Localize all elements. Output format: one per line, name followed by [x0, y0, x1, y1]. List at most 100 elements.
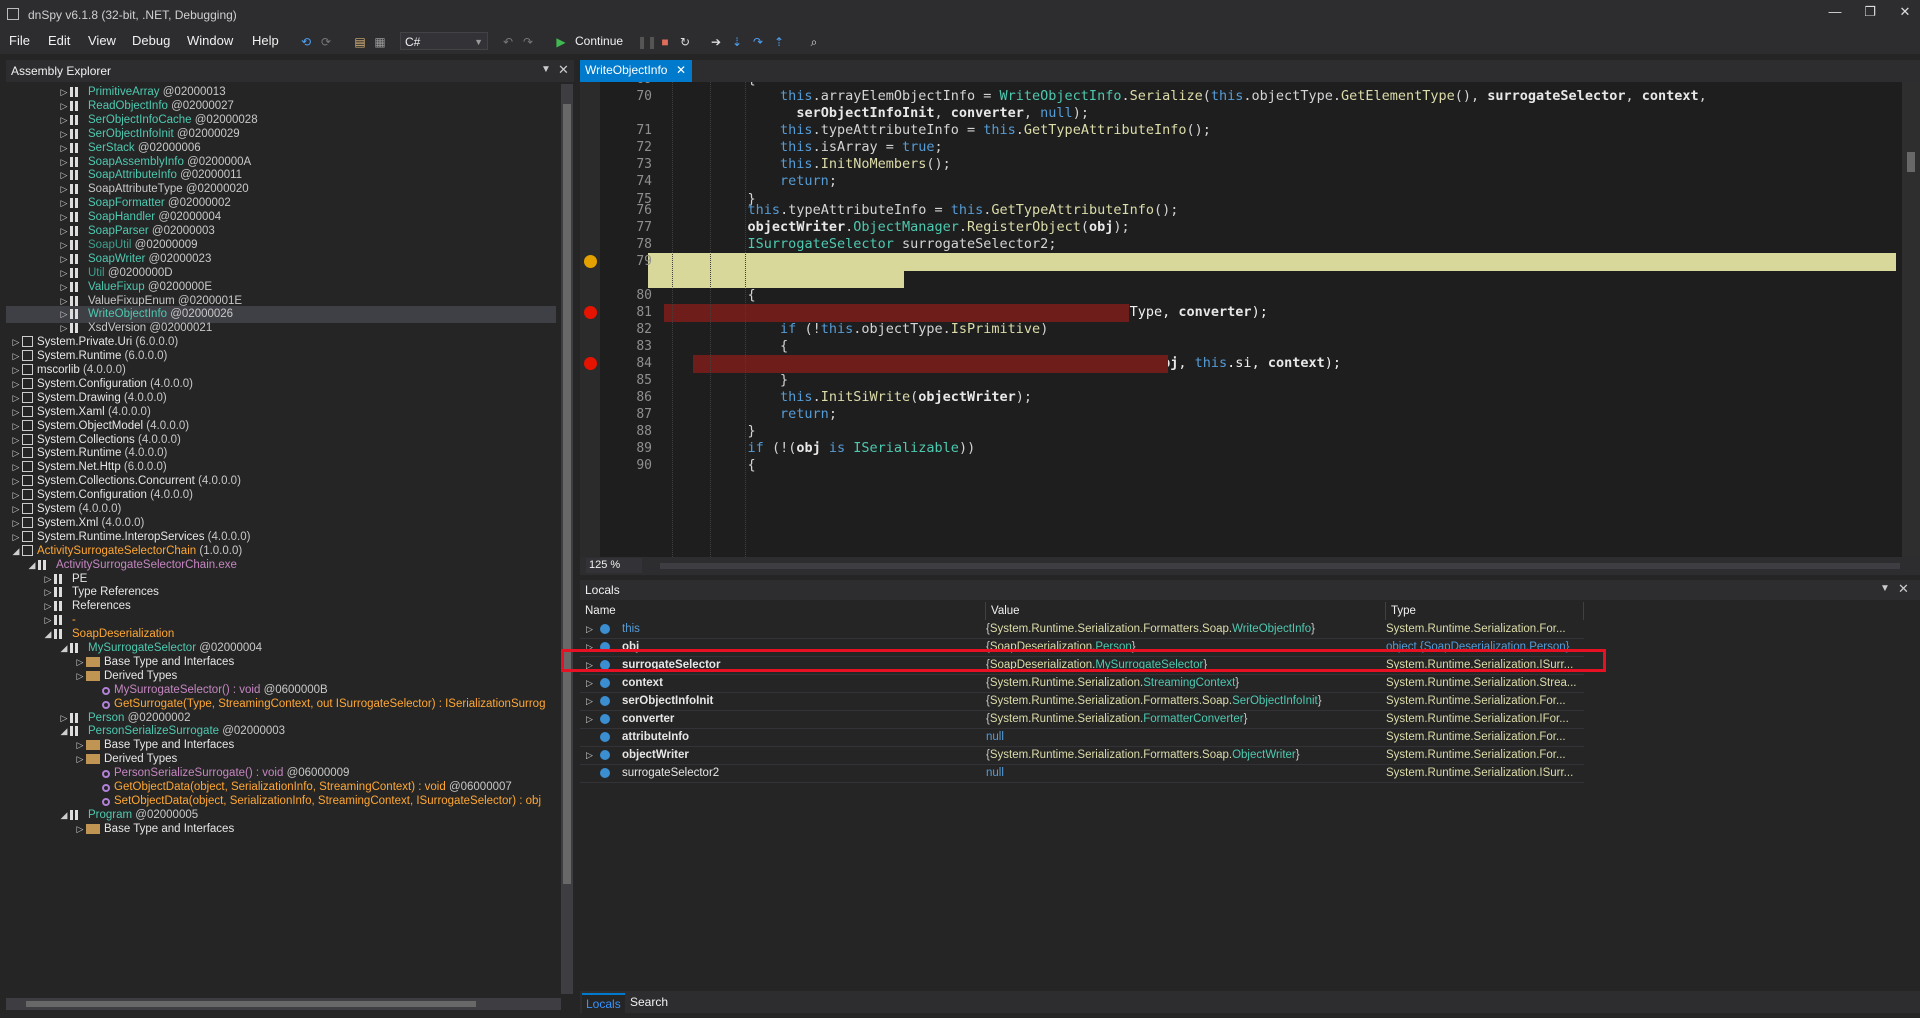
tree-item-label: PersonSerializeSurrogate	[88, 725, 220, 738]
code-line[interactable]: return;	[650, 406, 837, 422]
continue-button[interactable]: Continue	[575, 34, 623, 48]
local-variable-icon	[600, 624, 610, 634]
code-line[interactable]: this.InitNoMembers();	[650, 156, 951, 172]
code-line[interactable]: this.typeAttributeInfo = this.GetTypeAtt…	[650, 202, 1179, 218]
tree-item-label: System.Collections	[37, 433, 135, 446]
editor-scrollbar[interactable]	[1902, 82, 1920, 557]
node-icon	[22, 419, 33, 431]
tab-writeobjectinfo[interactable]: WriteObjectInfo ✕	[580, 60, 692, 82]
line-number: 84	[636, 356, 652, 371]
collapsed-arrow-icon[interactable]: ▷	[74, 821, 86, 838]
stop-icon[interactable]: ■	[657, 34, 673, 50]
code-line[interactable]: }	[650, 372, 788, 388]
vertical-scrollbar[interactable]	[561, 84, 573, 994]
language-select[interactable]: C# ▼	[400, 32, 488, 50]
code-line[interactable]: this.typeAttributeInfo = this.GetTypeAtt…	[650, 122, 1211, 138]
column-type[interactable]: Type	[1386, 602, 1584, 620]
tab-search[interactable]: Search	[626, 993, 672, 1011]
code-line[interactable]: objectWriter.ObjectManager.RegisterObjec…	[650, 219, 1130, 235]
breakpoint-highlight	[693, 355, 1168, 373]
tree-item-token: @0200000E	[144, 280, 212, 293]
current-breakpoint-icon[interactable]	[584, 255, 597, 268]
tree-item[interactable]: ▷ Base Type and Interfaces	[6, 821, 556, 838]
assembly-tree[interactable]: ▷ PrimitiveArray @02000013 ▷ ReadObjectInfo…	[6, 84, 556, 994]
close-icon[interactable]: ✕	[676, 60, 686, 81]
locals-row[interactable]: ▷ this {System.Runtime.Serialization.Forma…	[580, 620, 1584, 639]
close-icon[interactable]: ✕	[558, 62, 569, 78]
menu-window[interactable]: Window	[187, 33, 233, 48]
code-line[interactable]: if (!(obj is ISerializable))	[650, 440, 976, 456]
step-over-icon[interactable]: ↷	[750, 34, 766, 50]
dropdown-icon[interactable]: ▼	[1880, 583, 1890, 594]
code-line[interactable]: {	[650, 338, 788, 354]
code-line[interactable]: {	[650, 82, 756, 87]
expand-arrow-icon[interactable]: ▷	[586, 692, 593, 710]
undo-icon[interactable]: ↶	[500, 34, 516, 50]
line-number: 85	[636, 373, 652, 388]
locals-row[interactable]: ▷ context {System.Runtime.Serialization.St…	[580, 674, 1584, 693]
redo-icon[interactable]: ↷	[520, 34, 536, 50]
zoom-select[interactable]: 125 %	[586, 558, 642, 573]
search-icon[interactable]: ⌕	[806, 34, 822, 50]
menu-edit[interactable]: Edit	[48, 33, 70, 48]
tree-item-label: SoapUtil	[88, 238, 132, 251]
breakpoint-icon[interactable]	[584, 306, 597, 319]
code-line[interactable]: {	[650, 457, 756, 473]
node-icon	[70, 226, 84, 236]
locals-row[interactable]: ▷ serObjectInfoInit {System.Runtime.Serial…	[580, 692, 1584, 711]
step-out-icon[interactable]: ⇡	[771, 34, 787, 50]
save-icon[interactable]: ▦	[372, 34, 388, 50]
expand-arrow-icon[interactable]: ▷	[586, 710, 593, 728]
editor-horizontal-scrollbar[interactable]	[660, 563, 1900, 569]
local-value: {System.Runtime.Serialization.Formatters…	[986, 623, 1315, 635]
node-icon	[70, 323, 84, 334]
locals-row[interactable]: ▷ objectWriter {System.Runtime.Serializati…	[580, 746, 1584, 765]
restore-button[interactable]: ❐	[1850, 4, 1890, 24]
column-value[interactable]: Value	[986, 602, 1386, 620]
breakpoint-margin[interactable]	[580, 82, 600, 557]
node-icon	[102, 797, 110, 806]
back-icon[interactable]: ⟲	[298, 34, 314, 50]
code-line[interactable]: }	[650, 423, 756, 439]
locals-row[interactable]: surrogateSelector2 null System.Runtime.Ser…	[580, 764, 1584, 783]
tree-item-label: System.Runtime	[37, 350, 122, 363]
menu-debug[interactable]: Debug	[132, 33, 170, 48]
code-line[interactable]: {	[650, 287, 756, 303]
restart-icon[interactable]: ↻	[677, 34, 693, 50]
assembly-explorer: Assembly Explorer ▼ ✕ ▷ PrimitiveArray @0…	[6, 60, 574, 1012]
tab-locals[interactable]: Locals	[582, 993, 625, 1013]
menu-view[interactable]: View	[88, 33, 116, 48]
tree-item-label: ActivitySurrogateSelectorChain	[37, 544, 197, 557]
code-line[interactable]: return;	[650, 173, 837, 189]
close-icon[interactable]: ✕	[1898, 581, 1909, 597]
forward-icon[interactable]: ⟳	[318, 34, 334, 50]
code-line[interactable]: this.arrayElemObjectInfo = WriteObjectIn…	[650, 88, 1707, 104]
tree-item-label: System.Runtime	[37, 447, 122, 460]
step-into-icon[interactable]: ⇣	[729, 34, 745, 50]
node-icon	[70, 295, 84, 306]
expand-arrow-icon[interactable]: ▷	[586, 674, 593, 692]
dropdown-icon[interactable]: ▼	[541, 64, 551, 75]
show-next-statement-icon[interactable]: ➔	[708, 34, 724, 50]
highlight-box	[561, 649, 1606, 672]
menu-file[interactable]: File	[9, 33, 30, 48]
code-line[interactable]: serObjectInfoInit, converter, null);	[650, 105, 1089, 121]
expand-arrow-icon[interactable]: ▷	[586, 620, 593, 638]
minimize-button[interactable]: —	[1815, 4, 1855, 24]
local-variable-icon	[600, 714, 610, 724]
close-button[interactable]: ✕	[1885, 4, 1920, 24]
code-editor[interactable]: { this.arrayElemObjectInfo = WriteObject…	[580, 82, 1920, 557]
breakpoint-icon[interactable]	[584, 357, 597, 370]
column-name[interactable]: Name	[580, 602, 986, 620]
code-line[interactable]: this.isArray = true;	[650, 139, 943, 155]
locals-row[interactable]: ▷ converter {System.Runtime.Serialization.…	[580, 710, 1584, 729]
continue-icon[interactable]: ▶	[553, 34, 569, 50]
expand-arrow-icon[interactable]: ▷	[586, 746, 593, 764]
code-line[interactable]: this.InitSiWrite(objectWriter);	[650, 389, 1032, 405]
menu-help[interactable]: Help	[252, 33, 279, 48]
open-folder-icon[interactable]: ▤	[352, 34, 368, 50]
pause-icon[interactable]: ❚❚	[637, 34, 657, 50]
line-number: 78	[636, 237, 652, 252]
locals-row[interactable]: attributeInfo null System.Runtime.Serializ…	[580, 728, 1584, 747]
horizontal-scrollbar[interactable]	[6, 998, 561, 1010]
